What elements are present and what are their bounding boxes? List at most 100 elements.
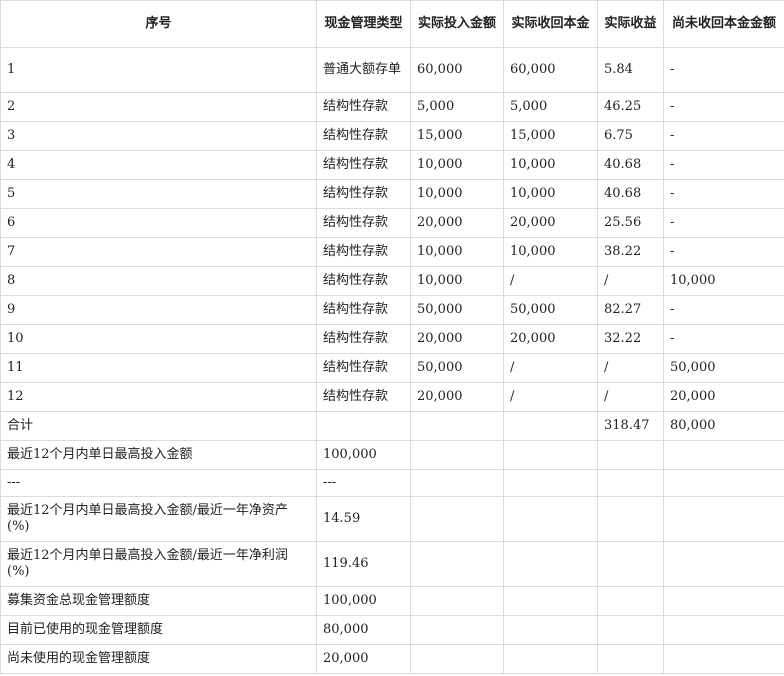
cash-management-table: 序号 现金管理类型 实际投入金额 实际收回本金 实际收益 尚未收回本金金额 1 …: [0, 0, 784, 674]
table-row: 10 结构性存款 20,000 20,000 32.22 -: [0, 324, 784, 354]
cell-recovered: 60,000: [503, 47, 598, 93]
cell-recovered: 5,000: [503, 92, 598, 122]
cell-recovered: 15,000: [503, 121, 598, 151]
cell-income: /: [597, 353, 664, 383]
cell-type: 结构性存款: [316, 237, 411, 267]
cell-income: /: [597, 382, 664, 412]
summary-value: 20,000: [316, 644, 411, 674]
cell-type: 普通大额存单: [316, 47, 411, 93]
header-unrecovered-principal: 尚未收回本金金额: [663, 0, 784, 48]
summary-label: ---: [0, 469, 317, 497]
cell-investment: [410, 411, 504, 441]
cell-serial: 12: [0, 382, 317, 412]
cell-investment: 5,000: [410, 92, 504, 122]
cell-type: 结构性存款: [316, 295, 411, 325]
cell-total-label: 合计: [0, 411, 317, 441]
summary-value: 100,000: [316, 440, 411, 470]
cell-unrecovered: -: [663, 150, 784, 180]
summary-row: 最近12个月内单日最高投入金额/最近一年净利润(%) 119.46: [0, 541, 784, 587]
header-management-type: 现金管理类型: [316, 0, 411, 48]
cell-type: 结构性存款: [316, 382, 411, 412]
table-header-row: 序号 现金管理类型 实际投入金额 实际收回本金 实际收益 尚未收回本金金额: [0, 0, 784, 48]
cell-serial: 10: [0, 324, 317, 354]
cell-type: 结构性存款: [316, 150, 411, 180]
cell-investment: 20,000: [410, 382, 504, 412]
cell-serial: 4: [0, 150, 317, 180]
summary-value: 80,000: [316, 615, 411, 645]
table-row: 1 普通大额存单 60,000 60,000 5.84 -: [0, 47, 784, 93]
cell-income: 82.27: [597, 295, 664, 325]
cell-recovered: [503, 411, 598, 441]
summary-label: 募集资金总现金管理额度: [0, 586, 317, 616]
cell-recovered: 10,000: [503, 150, 598, 180]
cell-investment: 15,000: [410, 121, 504, 151]
cell-unrecovered: -: [663, 208, 784, 238]
cell-unrecovered: 50,000: [663, 353, 784, 383]
summary-label: 最近12个月内单日最高投入金额/最近一年净利润(%): [0, 541, 317, 587]
cell-serial: 5: [0, 179, 317, 209]
table-row: 8 结构性存款 10,000 / / 10,000: [0, 266, 784, 296]
summary-label: 尚未使用的现金管理额度: [0, 644, 317, 674]
cell-recovered: /: [503, 266, 598, 296]
cell-type: 结构性存款: [316, 353, 411, 383]
cell-investment: 10,000: [410, 237, 504, 267]
summary-row: 最近12个月内单日最高投入金额 100,000: [0, 440, 784, 470]
cell-investment: 50,000: [410, 295, 504, 325]
cell-unrecovered: -: [663, 237, 784, 267]
summary-row: 最近12个月内单日最高投入金额/最近一年净资产(%) 14.59: [0, 496, 784, 542]
cell-type: 结构性存款: [316, 266, 411, 296]
header-actual-income: 实际收益: [597, 0, 664, 48]
header-actual-investment: 实际投入金额: [410, 0, 504, 48]
cell-unrecovered: -: [663, 295, 784, 325]
cell-income: 32.22: [597, 324, 664, 354]
cell-serial: 11: [0, 353, 317, 383]
table-row: 7 结构性存款 10,000 10,000 38.22 -: [0, 237, 784, 267]
cell-serial: 7: [0, 237, 317, 267]
summary-value: ---: [316, 469, 411, 497]
cell-income: 40.68: [597, 150, 664, 180]
cell-total-income: 318.47: [597, 411, 664, 441]
summary-value: 14.59: [316, 496, 411, 542]
cell-investment: 20,000: [410, 324, 504, 354]
cell-income: 46.25: [597, 92, 664, 122]
cell-serial: 3: [0, 121, 317, 151]
cell-investment: 50,000: [410, 353, 504, 383]
cell-serial: 6: [0, 208, 317, 238]
cell-unrecovered: -: [663, 121, 784, 151]
cell-recovered: 50,000: [503, 295, 598, 325]
table-row: 5 结构性存款 10,000 10,000 40.68 -: [0, 179, 784, 209]
summary-value: 119.46: [316, 541, 411, 587]
cell-investment: 10,000: [410, 150, 504, 180]
cell-type: 结构性存款: [316, 121, 411, 151]
total-row: 合计 318.47 80,000: [0, 411, 784, 441]
cell-type: 结构性存款: [316, 324, 411, 354]
cell-investment: 10,000: [410, 266, 504, 296]
cell-type: 结构性存款: [316, 92, 411, 122]
cell-unrecovered: 20,000: [663, 382, 784, 412]
cell-serial: 9: [0, 295, 317, 325]
summary-row: 尚未使用的现金管理额度 20,000: [0, 644, 784, 674]
cell-recovered: /: [503, 353, 598, 383]
cell-unrecovered: -: [663, 47, 784, 93]
cell-type: [316, 411, 411, 441]
cell-income: 6.75: [597, 121, 664, 151]
cell-type: 结构性存款: [316, 179, 411, 209]
cell-investment: 10,000: [410, 179, 504, 209]
table-row: 2 结构性存款 5,000 5,000 46.25 -: [0, 92, 784, 122]
cell-income: 38.22: [597, 237, 664, 267]
summary-row: 募集资金总现金管理额度 100,000: [0, 586, 784, 616]
summary-label: 最近12个月内单日最高投入金额/最近一年净资产(%): [0, 496, 317, 542]
cell-recovered: 10,000: [503, 237, 598, 267]
cell-serial: 1: [0, 47, 317, 93]
cell-investment: 20,000: [410, 208, 504, 238]
cell-income: 5.84: [597, 47, 664, 93]
cell-income: 40.68: [597, 179, 664, 209]
cell-total-unrecovered: 80,000: [663, 411, 784, 441]
cell-recovered: 20,000: [503, 208, 598, 238]
cell-investment: 60,000: [410, 47, 504, 93]
cell-income: /: [597, 266, 664, 296]
table-row: 9 结构性存款 50,000 50,000 82.27 -: [0, 295, 784, 325]
summary-label: 最近12个月内单日最高投入金额: [0, 440, 317, 470]
table-row: 12 结构性存款 20,000 / / 20,000: [0, 382, 784, 412]
summary-label: 目前已使用的现金管理额度: [0, 615, 317, 645]
